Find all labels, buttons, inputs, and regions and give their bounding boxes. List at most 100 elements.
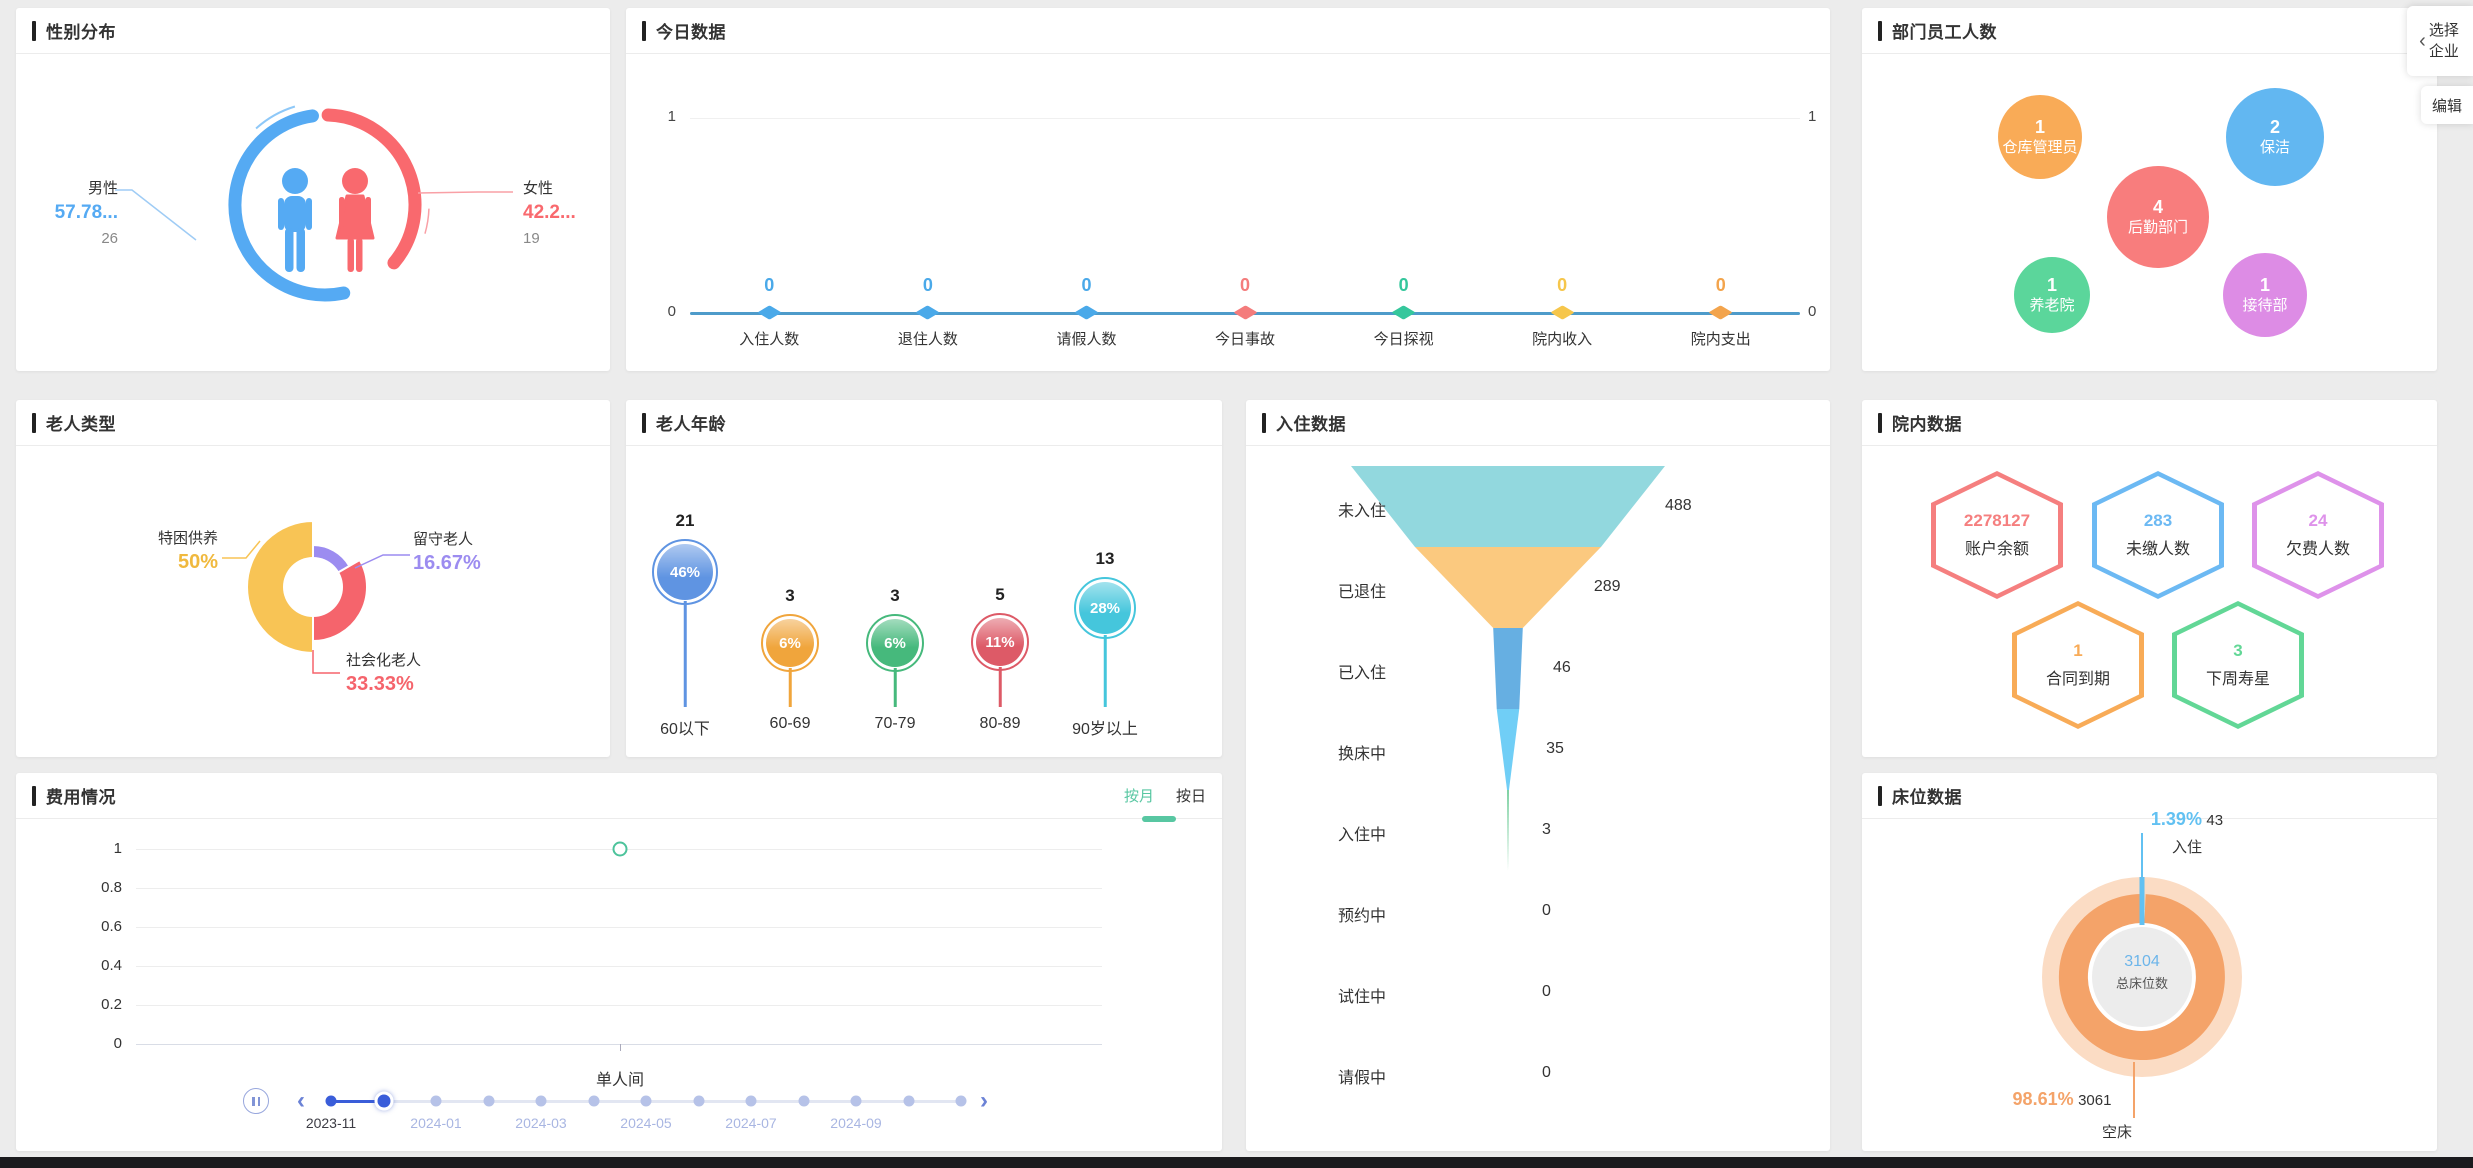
y-min-right: 0 — [1808, 303, 1816, 320]
funnel-row-label: 已退住 — [1276, 578, 1386, 602]
funnel-row-value: 0 — [1542, 1064, 1551, 1082]
timeline-dot[interactable] — [536, 1096, 547, 1107]
balloon-value: 21 — [676, 511, 695, 531]
timeline-dot[interactable] — [903, 1096, 914, 1107]
timeline-date-label[interactable]: 2024-01 — [410, 1115, 461, 1131]
metric-value: 0 — [1081, 270, 1091, 304]
panel-today-header: 今日数据 — [626, 8, 1830, 54]
timeline-date-label[interactable]: 2024-09 — [830, 1115, 881, 1131]
metric-value: 0 — [1399, 270, 1409, 304]
diamond-marker-icon — [1550, 305, 1574, 319]
slice-label: 社会化老人 — [346, 649, 421, 670]
timeline-date-label[interactable]: 2024-05 — [620, 1115, 671, 1131]
timeline-dot[interactable] — [641, 1096, 652, 1107]
balloon-label: 60-69 — [770, 715, 811, 733]
title-bar-icon — [32, 21, 36, 41]
balloon-value: 3 — [890, 586, 899, 606]
pause-icon[interactable] — [243, 1088, 269, 1114]
balloon-value: 5 — [995, 585, 1004, 605]
male-icon — [278, 168, 312, 272]
bed-occupied-callout: 1.39% 43 入住 — [2112, 809, 2262, 857]
slice-callout: 社会化老人 33.33% — [346, 649, 421, 696]
metric-label: 入住人数 — [739, 328, 799, 349]
today-metrics: 0 入住人数 0 退住人数 0 请假人数 0 今日事故 0 今日探视 0 院内收… — [690, 270, 1800, 349]
metric-label: 院内支出 — [1691, 328, 1751, 349]
funnel-row-value: 289 — [1594, 578, 1621, 596]
today-metric: 0 入住人数 — [690, 270, 849, 349]
diamond-marker-icon — [757, 305, 781, 319]
timeline-dot[interactable] — [746, 1096, 757, 1107]
dept-bubble: 1 仓库管理员 — [1998, 95, 2082, 179]
bubble-label: 接待部 — [2242, 297, 2287, 316]
balloon-percent: 28% — [1090, 600, 1120, 617]
stat-hexagon: 3 下周寿星 — [2172, 601, 2304, 729]
metric-value: 0 — [764, 270, 774, 304]
balloon-value: 13 — [1096, 549, 1115, 569]
timeline-dot[interactable] — [326, 1096, 337, 1107]
dashboard: 性别分布 男性 57.78... 26 女性 42.2... 19 今日数据 1… — [0, 0, 2473, 1168]
metric-value: 0 — [923, 270, 933, 304]
funnel-labels: 未入住 488 已退住 289 已入住 46 换床中 35 入住中 3 预约中 … — [1246, 400, 1830, 1151]
select-company-button[interactable]: ‹ 选择企业 — [2407, 6, 2473, 76]
balloon-circle: 11% — [971, 613, 1029, 671]
today-metric: 0 今日事故 — [1166, 270, 1325, 349]
total-value: 3104 — [2092, 953, 2192, 971]
metric-label: 退住人数 — [898, 328, 958, 349]
timeline-dot[interactable] — [693, 1096, 704, 1107]
bed-total: 3104 总床位数 — [2092, 953, 2192, 992]
timeline-dot[interactable] — [588, 1096, 599, 1107]
today-metric: 0 院内收入 — [1483, 270, 1642, 349]
metric-label: 今日探视 — [1374, 328, 1434, 349]
timeline-date-label[interactable]: 2024-03 — [515, 1115, 566, 1131]
today-metric: 0 院内支出 — [1641, 270, 1800, 349]
timeline-dot[interactable] — [431, 1096, 442, 1107]
metric-value: 0 — [1716, 270, 1726, 304]
dept-bubble: 2 保洁 — [2226, 88, 2324, 186]
balloon-stem — [894, 668, 897, 707]
bubble-label: 保洁 — [2260, 139, 2290, 158]
hexagon-label: 未缴人数 — [2126, 535, 2190, 559]
metric-value: 0 — [1557, 270, 1567, 304]
funnel-row-label: 已入住 — [1276, 659, 1386, 683]
select-company-label: 选择企业 — [2429, 20, 2461, 62]
diamond-marker-icon — [916, 305, 940, 319]
dept-bubble-chart: 1 仓库管理员 2 保洁 4 后勤部门 1 养老院 1 接待部 — [1862, 8, 2437, 371]
timeline-dot[interactable] — [851, 1096, 862, 1107]
funnel-row-label: 换床中 — [1276, 740, 1386, 764]
prev-icon[interactable]: ‹ — [297, 1089, 305, 1113]
timeline-date-label[interactable]: 2024-07 — [725, 1115, 776, 1131]
timeline-date-label[interactable]: 2023-11 — [306, 1115, 356, 1131]
timeline-dot[interactable] — [956, 1096, 967, 1107]
today-metric: 0 退住人数 — [849, 270, 1008, 349]
balloon-percent: 6% — [884, 635, 906, 652]
bubble-value: 4 — [2153, 196, 2163, 219]
timeline-dot[interactable] — [798, 1096, 809, 1107]
timeline-dot[interactable] — [483, 1096, 494, 1107]
hexagon-value: 283 — [2144, 511, 2172, 531]
funnel-row-value: 0 — [1542, 983, 1551, 1001]
total-label: 总床位数 — [2092, 973, 2192, 992]
title-bar-icon — [642, 21, 646, 41]
gender-female-callout: 女性 42.2... 19 — [523, 177, 603, 247]
edit-button[interactable]: 编辑 — [2421, 86, 2473, 124]
funnel-row-label: 预约中 — [1276, 902, 1386, 926]
female-label: 女性 — [523, 177, 603, 198]
funnel-row-label: 入住中 — [1276, 821, 1386, 845]
bed-vacant-callout: 98.61% 3061 — [1982, 1089, 2142, 1110]
bubble-label: 养老院 — [2029, 297, 2074, 316]
diamond-marker-icon — [1233, 305, 1257, 319]
elder-type-donut-chart — [16, 400, 610, 757]
next-icon[interactable]: › — [980, 1089, 988, 1113]
funnel-row-label: 试住中 — [1276, 983, 1386, 1007]
panel-checkin: 入住数据 未入住 488 已退住 289 已入住 46 换床中 35 入住中 3… — [1246, 400, 1830, 1151]
occupied-count: 43 — [2206, 812, 2223, 829]
diamond-marker-icon — [1709, 305, 1733, 319]
fee-timeline-slider: ‹ › 2023-11 2024-01 2024-03 2024-05 2024-07 202… — [16, 773, 1222, 1151]
funnel-row-value: 3 — [1542, 821, 1551, 839]
male-percent: 57.78... — [52, 202, 118, 224]
hexagon-label: 账户余额 — [1965, 535, 2029, 559]
occupied-label: 入住 — [2112, 836, 2262, 857]
hexagon-label: 合同到期 — [2046, 665, 2110, 689]
timeline-handle[interactable] — [374, 1092, 393, 1111]
stat-hexagon: 24 欠费人数 — [2252, 471, 2384, 599]
